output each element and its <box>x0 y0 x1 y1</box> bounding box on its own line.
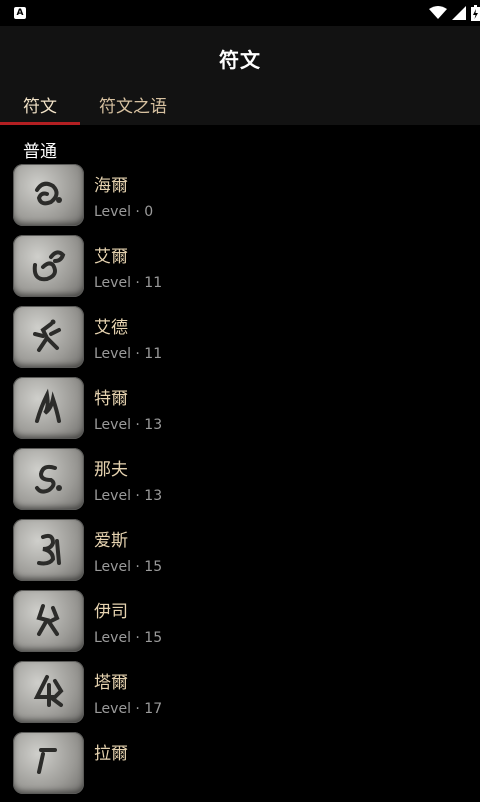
rune-name: 爱斯 <box>94 531 128 551</box>
list-item[interactable]: 伊司 Level · 15 <box>0 589 480 660</box>
list-item[interactable]: 拉爾 <box>0 731 480 802</box>
rune-level: Level · 0 <box>94 204 154 220</box>
tab-runes[interactable]: 符文 <box>0 90 80 125</box>
signal-icon <box>452 6 466 20</box>
rune-level: Level · 13 <box>94 488 163 504</box>
rune-tal-icon <box>13 590 84 652</box>
rune-name: 伊司 <box>94 602 128 622</box>
list-item[interactable]: 艾爾 Level · 11 <box>0 234 480 305</box>
battery-charging-icon <box>471 5 480 21</box>
app-bar: 符文 <box>0 26 480 90</box>
rune-name: 拉爾 <box>94 744 128 764</box>
rune-tir-icon <box>13 306 84 368</box>
wifi-icon <box>429 6 447 19</box>
list-item[interactable]: 艾德 Level · 11 <box>0 305 480 376</box>
list-item[interactable]: 那夫 Level · 13 <box>0 447 480 518</box>
rune-name: 艾德 <box>94 318 128 338</box>
rune-level: Level · 13 <box>94 417 163 433</box>
rune-ith-icon <box>13 519 84 581</box>
rune-name: 海爾 <box>94 176 128 196</box>
rune-level: Level · 17 <box>94 701 163 717</box>
rune-eth-icon <box>13 448 84 510</box>
rune-list: 海爾 Level · 0 艾爾 Level · 11 艾德 Level · 11… <box>0 163 480 802</box>
rune-level: Level · 11 <box>94 346 163 362</box>
list-item[interactable]: 爱斯 Level · 15 <box>0 518 480 589</box>
rune-ral-icon <box>13 661 84 723</box>
rune-level: Level · 15 <box>94 630 163 646</box>
page-title: 符文 <box>219 47 261 72</box>
rune-level: Level · 15 <box>94 559 163 575</box>
rune-eld-icon <box>13 235 84 297</box>
list-item[interactable]: 塔爾 Level · 17 <box>0 660 480 731</box>
list-item[interactable]: 特爾 Level · 13 <box>0 376 480 447</box>
rune-el-icon <box>13 164 84 226</box>
rune-nef-icon <box>13 377 84 439</box>
rune-level: Level · 11 <box>94 275 163 291</box>
rune-name: 特爾 <box>94 389 128 409</box>
rune-name: 艾爾 <box>94 247 128 267</box>
rune-name: 那夫 <box>94 460 128 480</box>
list-item[interactable]: 海爾 Level · 0 <box>0 163 480 234</box>
tab-runewords[interactable]: 符文之语 <box>90 90 176 125</box>
tab-bar: 符文 符文之语 <box>0 90 480 125</box>
section-title: 普通 <box>23 142 57 162</box>
status-icons <box>429 5 480 21</box>
app-notification-icon: A <box>14 7 26 19</box>
rune-name: 塔爾 <box>94 673 128 693</box>
status-bar: A <box>0 0 480 26</box>
active-tab-indicator <box>0 122 80 125</box>
rune-ort-icon <box>13 732 84 794</box>
